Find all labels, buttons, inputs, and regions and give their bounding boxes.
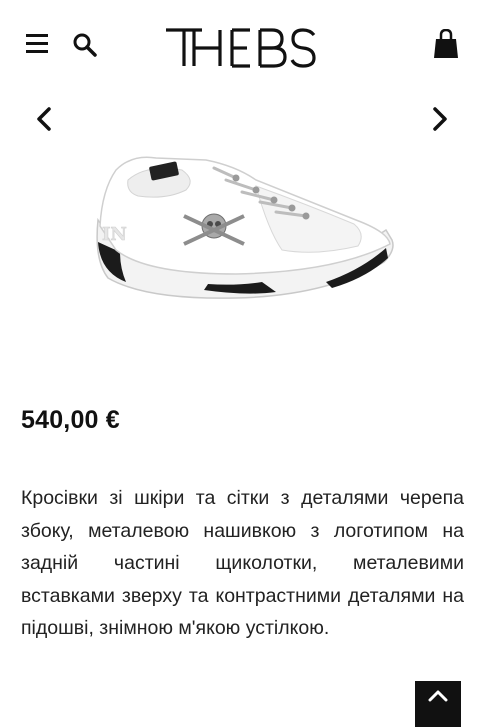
svg-text:IN: IN xyxy=(102,224,127,245)
chevron-up-icon xyxy=(428,690,448,702)
menu-icon[interactable] xyxy=(26,34,48,54)
site-logo[interactable] xyxy=(164,22,318,70)
product-gallery: IN xyxy=(0,92,480,362)
scroll-to-top-button[interactable] xyxy=(415,681,461,727)
product-description: Кросівки зі шкіри та сітки з деталями че… xyxy=(21,487,464,639)
chevron-right-icon[interactable] xyxy=(424,104,454,134)
chevron-left-icon[interactable] xyxy=(30,104,60,134)
site-header xyxy=(0,0,480,92)
shopping-bag-icon[interactable] xyxy=(433,29,459,59)
product-image[interactable]: IN xyxy=(86,150,398,310)
search-icon[interactable] xyxy=(72,32,98,58)
product-price: 540,00 € xyxy=(21,406,120,434)
